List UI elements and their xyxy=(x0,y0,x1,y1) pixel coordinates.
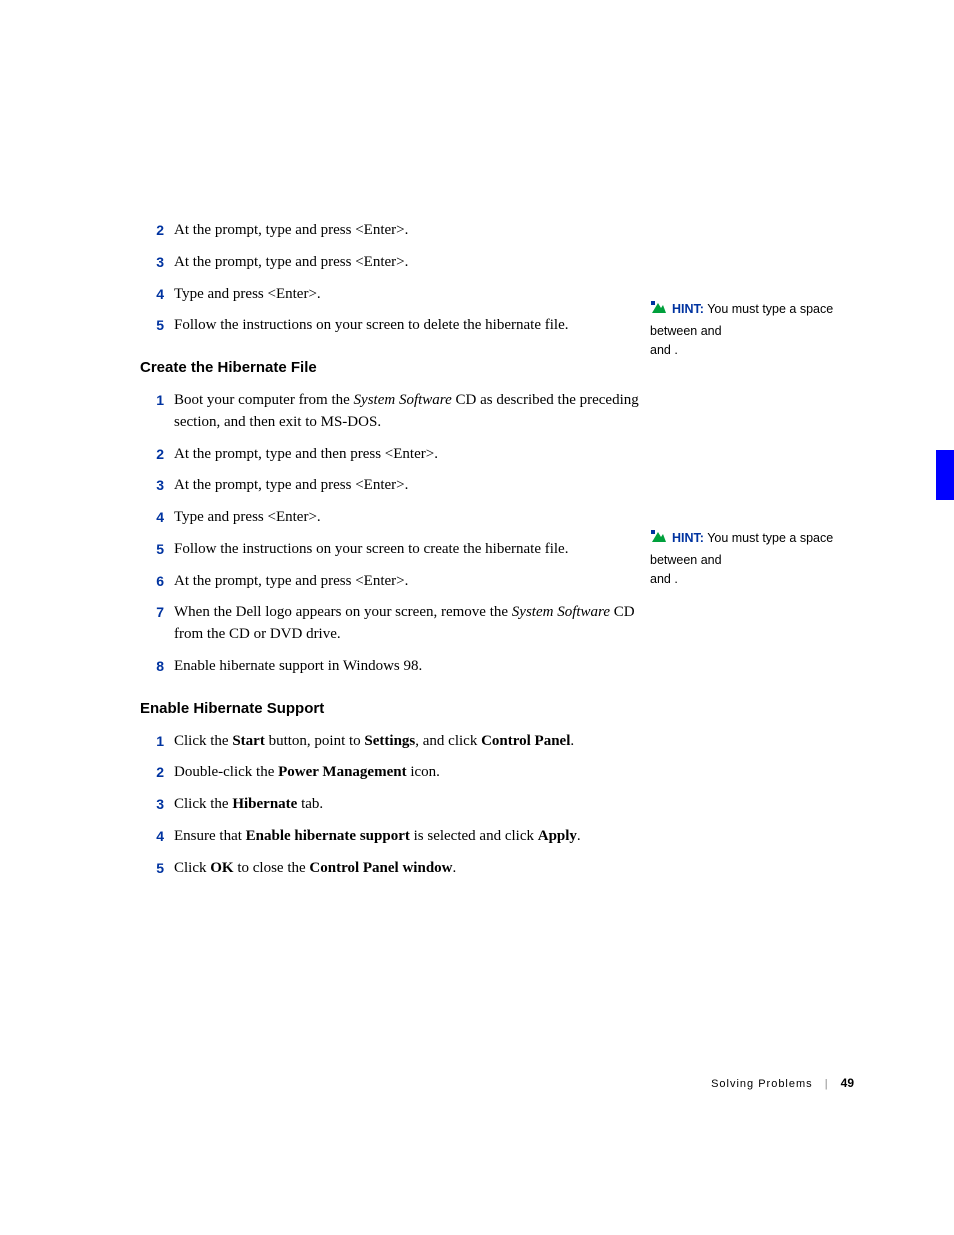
step-item: 5Follow the instructions on your screen … xyxy=(140,539,640,561)
hint-box-1: HINT: You must type a space between and … xyxy=(650,300,850,359)
hint-text-2b: and xyxy=(701,553,722,567)
footer-section: Solving Problems xyxy=(711,1078,813,1090)
step-text: At the prompt, type and press <Enter>. xyxy=(174,571,640,593)
step-text: Click OK to close the Control Panel wind… xyxy=(174,858,640,880)
step-text: Type and press <Enter>. xyxy=(174,507,640,529)
step-text: Enable hibernate support in Windows 98. xyxy=(174,656,640,678)
step-number: 3 xyxy=(140,794,174,814)
main-column: 2At the prompt, type and press <Enter>.3… xyxy=(140,220,640,901)
step-text: Double-click the Power Management icon. xyxy=(174,762,640,784)
step-item: 8Enable hibernate support in Windows 98. xyxy=(140,656,640,678)
heading-create-hibernate-file: Create the Hibernate File xyxy=(140,359,640,376)
step-number: 7 xyxy=(140,602,174,622)
step-text: Boot your computer from the System Softw… xyxy=(174,390,640,434)
step-number: 1 xyxy=(140,390,174,410)
heading-enable-hibernate-support: Enable Hibernate Support xyxy=(140,700,640,717)
step-item: 4Type and press <Enter>. xyxy=(140,284,640,306)
step-item: 4Type and press <Enter>. xyxy=(140,507,640,529)
step-item: 1Boot your computer from the System Soft… xyxy=(140,390,640,434)
footer-divider: | xyxy=(825,1078,829,1090)
hint-text-1c: and . xyxy=(650,343,678,357)
hint-text-2c: and . xyxy=(650,572,678,586)
step-number: 6 xyxy=(140,571,174,591)
steps-list-c: 1Click the Start button, point to Settin… xyxy=(140,731,640,880)
hint-label: HINT: xyxy=(672,302,704,316)
step-item: 2At the prompt, type and then press <Ent… xyxy=(140,444,640,466)
step-number: 2 xyxy=(140,444,174,464)
step-number: 8 xyxy=(140,656,174,676)
step-item: 3Click the Hibernate tab. xyxy=(140,794,640,816)
hint-text-1b: and xyxy=(701,324,722,338)
step-item: 1Click the Start button, point to Settin… xyxy=(140,731,640,753)
hint-icon xyxy=(650,529,668,551)
step-text: Click the Hibernate tab. xyxy=(174,794,640,816)
step-text: When the Dell logo appears on your scree… xyxy=(174,602,640,646)
step-text: Follow the instructions on your screen t… xyxy=(174,315,640,337)
step-item: 5Click OK to close the Control Panel win… xyxy=(140,858,640,880)
hint-label: HINT: xyxy=(672,531,704,545)
steps-list-a: 2At the prompt, type and press <Enter>.3… xyxy=(140,220,640,337)
step-number: 5 xyxy=(140,539,174,559)
step-number: 1 xyxy=(140,731,174,751)
step-text: Type and press <Enter>. xyxy=(174,284,640,306)
step-item: 3At the prompt, type and press <Enter>. xyxy=(140,252,640,274)
step-number: 3 xyxy=(140,475,174,495)
footer-page-number: 49 xyxy=(841,1076,854,1090)
step-text: At the prompt, type and press <Enter>. xyxy=(174,252,640,274)
step-text: Follow the instructions on your screen t… xyxy=(174,539,640,561)
step-item: 7When the Dell logo appears on your scre… xyxy=(140,602,640,646)
step-item: 2Double-click the Power Management icon. xyxy=(140,762,640,784)
step-number: 4 xyxy=(140,284,174,304)
hint-icon xyxy=(650,300,668,322)
hint-box-2: HINT: You must type a space between and … xyxy=(650,529,850,588)
step-number: 2 xyxy=(140,762,174,782)
thumb-tab xyxy=(936,450,954,500)
step-number: 5 xyxy=(140,315,174,335)
step-item: 5Follow the instructions on your screen … xyxy=(140,315,640,337)
step-text: At the prompt, type and press <Enter>. xyxy=(174,220,640,242)
step-text: Click the Start button, point to Setting… xyxy=(174,731,640,753)
step-number: 2 xyxy=(140,220,174,240)
document-page: 2At the prompt, type and press <Enter>.3… xyxy=(0,0,954,1235)
step-number: 4 xyxy=(140,826,174,846)
step-number: 3 xyxy=(140,252,174,272)
step-text: At the prompt, type and press <Enter>. xyxy=(174,475,640,497)
step-number: 4 xyxy=(140,507,174,527)
step-text: Ensure that Enable hibernate support is … xyxy=(174,826,640,848)
side-column: HINT: You must type a space between and … xyxy=(650,300,850,589)
step-item: 2At the prompt, type and press <Enter>. xyxy=(140,220,640,242)
page-footer: Solving Problems | 49 xyxy=(711,1076,854,1090)
step-number: 5 xyxy=(140,858,174,878)
step-item: 6At the prompt, type and press <Enter>. xyxy=(140,571,640,593)
step-item: 4Ensure that Enable hibernate support is… xyxy=(140,826,640,848)
step-item: 3At the prompt, type and press <Enter>. xyxy=(140,475,640,497)
steps-list-b: 1Boot your computer from the System Soft… xyxy=(140,390,640,678)
step-text: At the prompt, type and then press <Ente… xyxy=(174,444,640,466)
